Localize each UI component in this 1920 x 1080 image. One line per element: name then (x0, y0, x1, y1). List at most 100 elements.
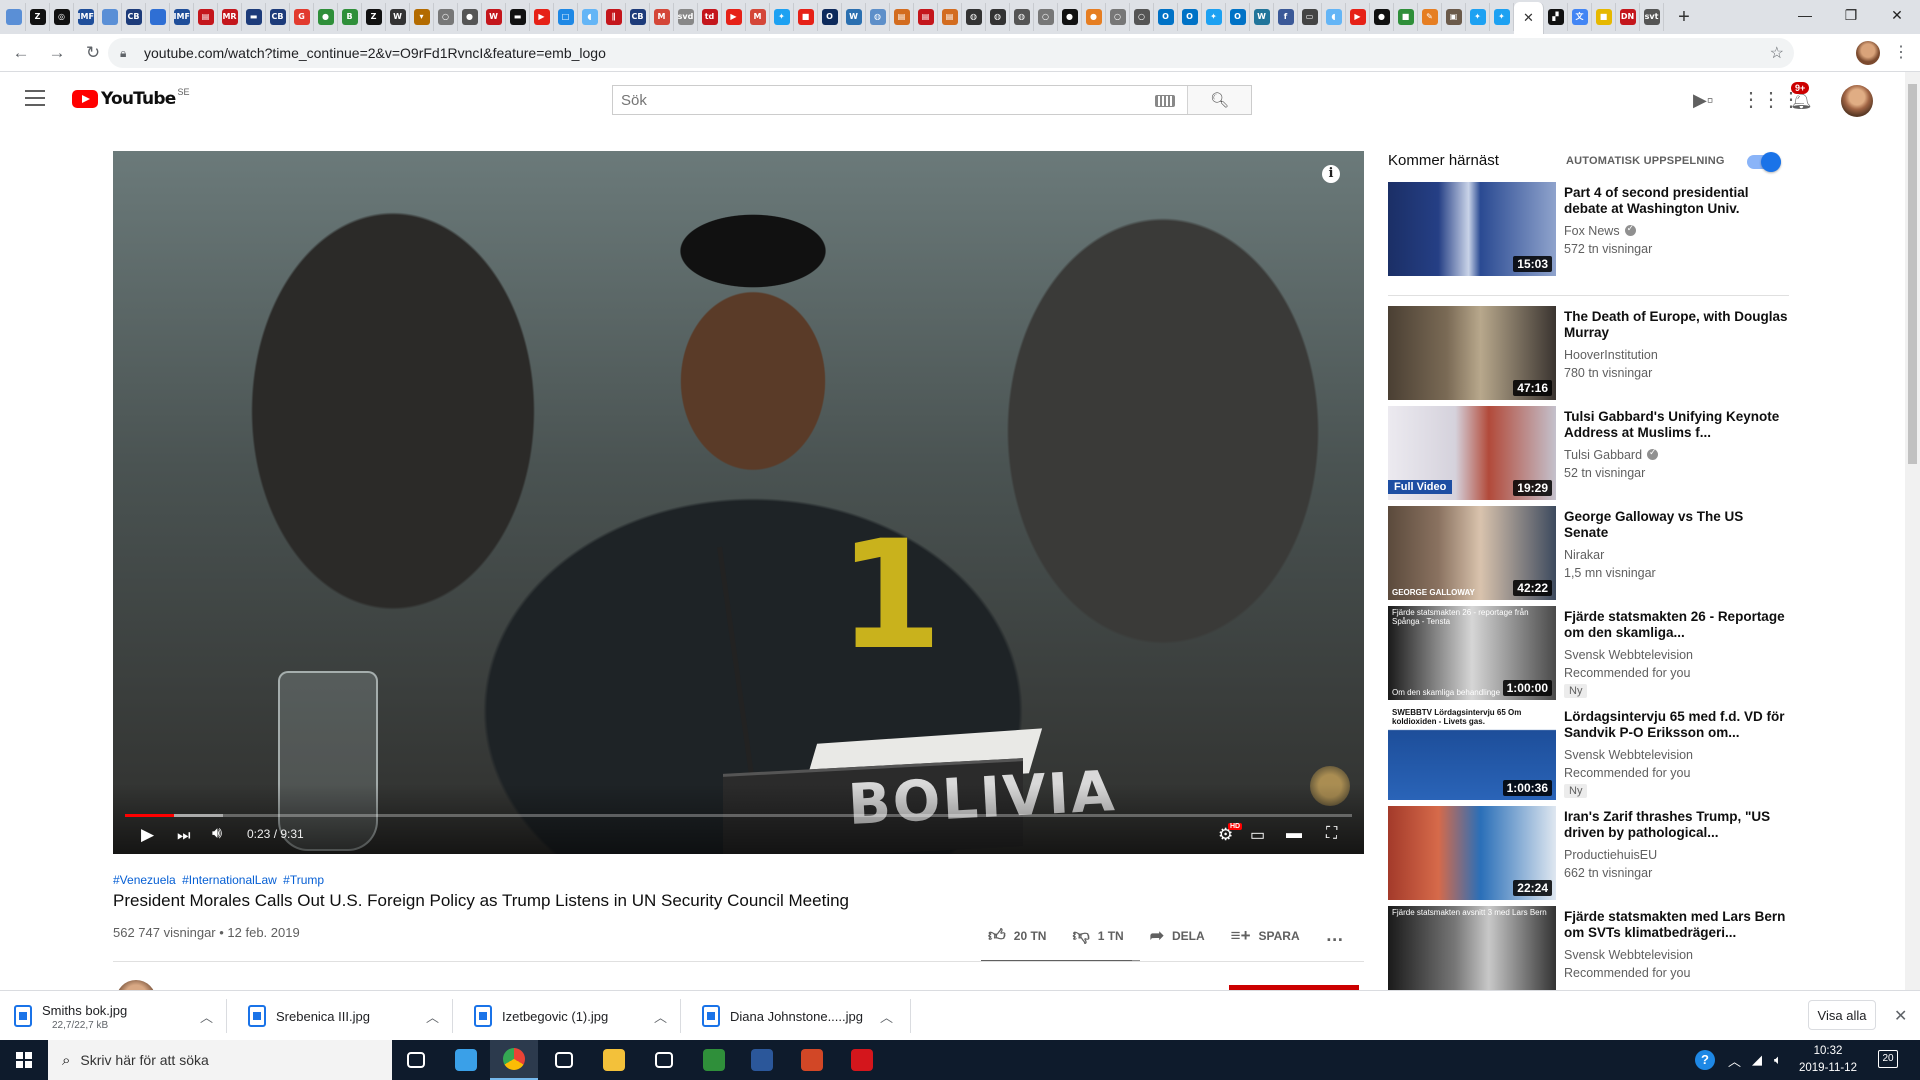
browser-tab[interactable]: B (338, 3, 362, 31)
browser-tab[interactable]: ▬ (506, 3, 530, 31)
recommended-video[interactable]: SWEBBTV Lördagsintervju 65 Om koldioxide… (1388, 706, 1808, 800)
volume-icon[interactable]: 🔊︎ (212, 825, 222, 843)
chevron-up-icon[interactable]: ︿ (200, 1007, 213, 1026)
video-thumbnail[interactable]: 47:16 (1388, 306, 1556, 400)
share-button[interactable]: ➦ DELA (1150, 926, 1205, 946)
recommended-title[interactable]: Lördagsintervju 65 med f.d. VD för Sandv… (1564, 709, 1789, 741)
close-window-button[interactable]: ✕ (1874, 0, 1920, 30)
download-item[interactable]: Srebenica III.jpg ︿ (248, 991, 439, 1041)
browser-tab[interactable]: W (482, 3, 506, 31)
browser-tab[interactable]: ● (458, 3, 482, 31)
browser-tab[interactable]: ◍ (962, 3, 986, 31)
youtube-logo[interactable]: YouTube SE (72, 87, 189, 109)
guide-menu-icon[interactable] (25, 90, 45, 106)
browser-tab[interactable]: ◖ (1322, 3, 1346, 31)
recommended-title[interactable]: Iran's Zarif thrashes Trump, "US driven … (1564, 809, 1789, 841)
recommended-video[interactable]: Fjärde statsmakten avsnitt 3 med Lars Be… (1388, 906, 1808, 1000)
browser-tab[interactable]: DN (1616, 3, 1640, 31)
recommended-title[interactable]: Fjärde statsmakten 26 - Reportage om den… (1564, 609, 1789, 641)
recommended-channel[interactable]: Svensk Webbtelevision (1564, 648, 1693, 662)
browser-tab[interactable]: O (1154, 3, 1178, 31)
recommended-video[interactable]: GEORGE GALLOWAY 42:22 George Galloway vs T… (1388, 506, 1808, 600)
browser-tab[interactable]: ● (314, 3, 338, 31)
browser-tab[interactable]: 文 (1568, 3, 1592, 31)
browser-tab[interactable]: ◍ (986, 3, 1010, 31)
recommended-title[interactable]: Tulsi Gabbard's Unifying Keynote Address… (1564, 409, 1789, 441)
browser-tab[interactable]: O (1226, 3, 1250, 31)
taskbar-search[interactable]: ⌕ Skriv här för att söka (48, 1040, 392, 1080)
browser-tab[interactable]: ▤ (938, 3, 962, 31)
browser-tab[interactable]: W (386, 3, 410, 31)
recommended-channel[interactable]: HooverInstitution (1564, 348, 1658, 362)
browser-tab[interactable]: ✎ (1418, 3, 1442, 31)
video-thumbnail[interactable]: Full Video 19:29 (1388, 406, 1556, 500)
recommended-channel[interactable]: Nirakar (1564, 548, 1604, 562)
browser-tab[interactable]: Z (26, 3, 50, 31)
acrobat-icon[interactable] (838, 1040, 886, 1080)
maximize-button[interactable]: ❐ (1828, 0, 1874, 30)
play-icon[interactable]: ▶ (141, 825, 154, 845)
browser-tab[interactable]: ▾ (410, 3, 434, 31)
browser-tab[interactable]: svd (674, 3, 698, 31)
browser-tab[interactable]: ■ (1394, 3, 1418, 31)
browser-tab[interactable]: ○ (1034, 3, 1058, 31)
browser-tab[interactable]: G (290, 3, 314, 31)
app-blue-icon[interactable] (442, 1040, 490, 1080)
mail-icon[interactable] (540, 1040, 588, 1080)
recommended-title[interactable]: Part 4 of second presidential debate at … (1564, 185, 1789, 217)
download-item[interactable]: Izetbegovic (1).jpg ︿ (474, 991, 667, 1041)
info-card-icon[interactable]: i (1322, 165, 1340, 183)
recommended-channel[interactable]: Fox News (1564, 223, 1636, 238)
tray-chevron-icon[interactable]: ︿ (1728, 1040, 1741, 1080)
browser-tab[interactable] (146, 3, 170, 31)
recommended-title[interactable]: Fjärde statsmakten med Lars Bern om SVTs… (1564, 909, 1789, 941)
browser-tab[interactable]: CB (122, 3, 146, 31)
recommended-title[interactable]: George Galloway vs The US Senate (1564, 509, 1789, 541)
help-icon[interactable]: ? (1695, 1040, 1715, 1080)
more-actions-button[interactable]: … (1326, 925, 1344, 946)
browser-tab[interactable]: ▭ (1298, 3, 1322, 31)
browser-tab[interactable]: O (818, 3, 842, 31)
video-thumbnail[interactable]: SWEBBTV Lördagsintervju 65 Om koldioxide… (1388, 706, 1556, 800)
browser-tab[interactable]: ▞ (1544, 3, 1568, 31)
browser-tab[interactable] (98, 3, 122, 31)
download-item[interactable]: Diana Johnstone.....jpg ︿ (702, 991, 893, 1041)
browser-tab[interactable]: ▣ (1442, 3, 1466, 31)
miniplayer-icon[interactable]: ▭ (1250, 825, 1265, 845)
system-clock[interactable]: 10:32 2019-11-12 (1788, 1043, 1868, 1077)
keyboard-icon[interactable] (1155, 95, 1175, 107)
chevron-up-icon[interactable]: ︿ (880, 1007, 893, 1026)
speaker-icon[interactable]: 🔈︎ (1774, 1040, 1782, 1080)
browser-tab[interactable]: ○ (434, 3, 458, 31)
browser-tab[interactable] (2, 3, 26, 31)
forward-button[interactable]: → (42, 38, 72, 68)
browser-tab[interactable]: ● (1082, 3, 1106, 31)
chevron-up-icon[interactable]: ︿ (426, 1007, 439, 1026)
browser-tab[interactable]: ▬ (242, 3, 266, 31)
browser-tab[interactable]: td (698, 3, 722, 31)
browser-tab[interactable]: M (650, 3, 674, 31)
browser-tab[interactable]: f (1274, 3, 1298, 31)
browser-tab[interactable]: ✦ (1202, 3, 1226, 31)
word-icon[interactable] (738, 1040, 786, 1080)
hashtag-link[interactable]: #Trump (283, 873, 324, 887)
chrome-icon[interactable] (490, 1040, 538, 1080)
theater-mode-icon[interactable]: ▬ (1286, 825, 1302, 843)
search-input[interactable] (613, 86, 1155, 114)
browser-tab[interactable]: MR (218, 3, 242, 31)
video-thumbnail[interactable]: Fjärde statsmakten avsnitt 3 med Lars Be… (1388, 906, 1556, 1000)
browser-tab[interactable]: svt (1640, 3, 1664, 31)
browser-tab[interactable]: CB (626, 3, 650, 31)
recommended-channel[interactable]: Tulsi Gabbard (1564, 447, 1659, 462)
video-thumbnail[interactable]: 22:24 (1388, 806, 1556, 900)
browser-tab[interactable]: ▤ (890, 3, 914, 31)
recommended-video[interactable]: Fjärde statsmakten 26 - reportage från S… (1388, 606, 1808, 700)
hashtag-link[interactable]: #Venezuela (113, 873, 176, 887)
create-video-icon[interactable]: ▶︎▫ (1693, 90, 1713, 111)
progress-bar[interactable] (125, 814, 1352, 817)
network-icon[interactable]: ◢ (1752, 1040, 1762, 1080)
reload-button[interactable]: ↻ (78, 38, 108, 68)
address-bar[interactable]: 🔒︎ youtube.com/watch?time_continue=2&v=O… (108, 38, 1794, 68)
browser-tab[interactable]: ◍ (866, 3, 890, 31)
browser-tab[interactable]: ∥ (602, 3, 626, 31)
